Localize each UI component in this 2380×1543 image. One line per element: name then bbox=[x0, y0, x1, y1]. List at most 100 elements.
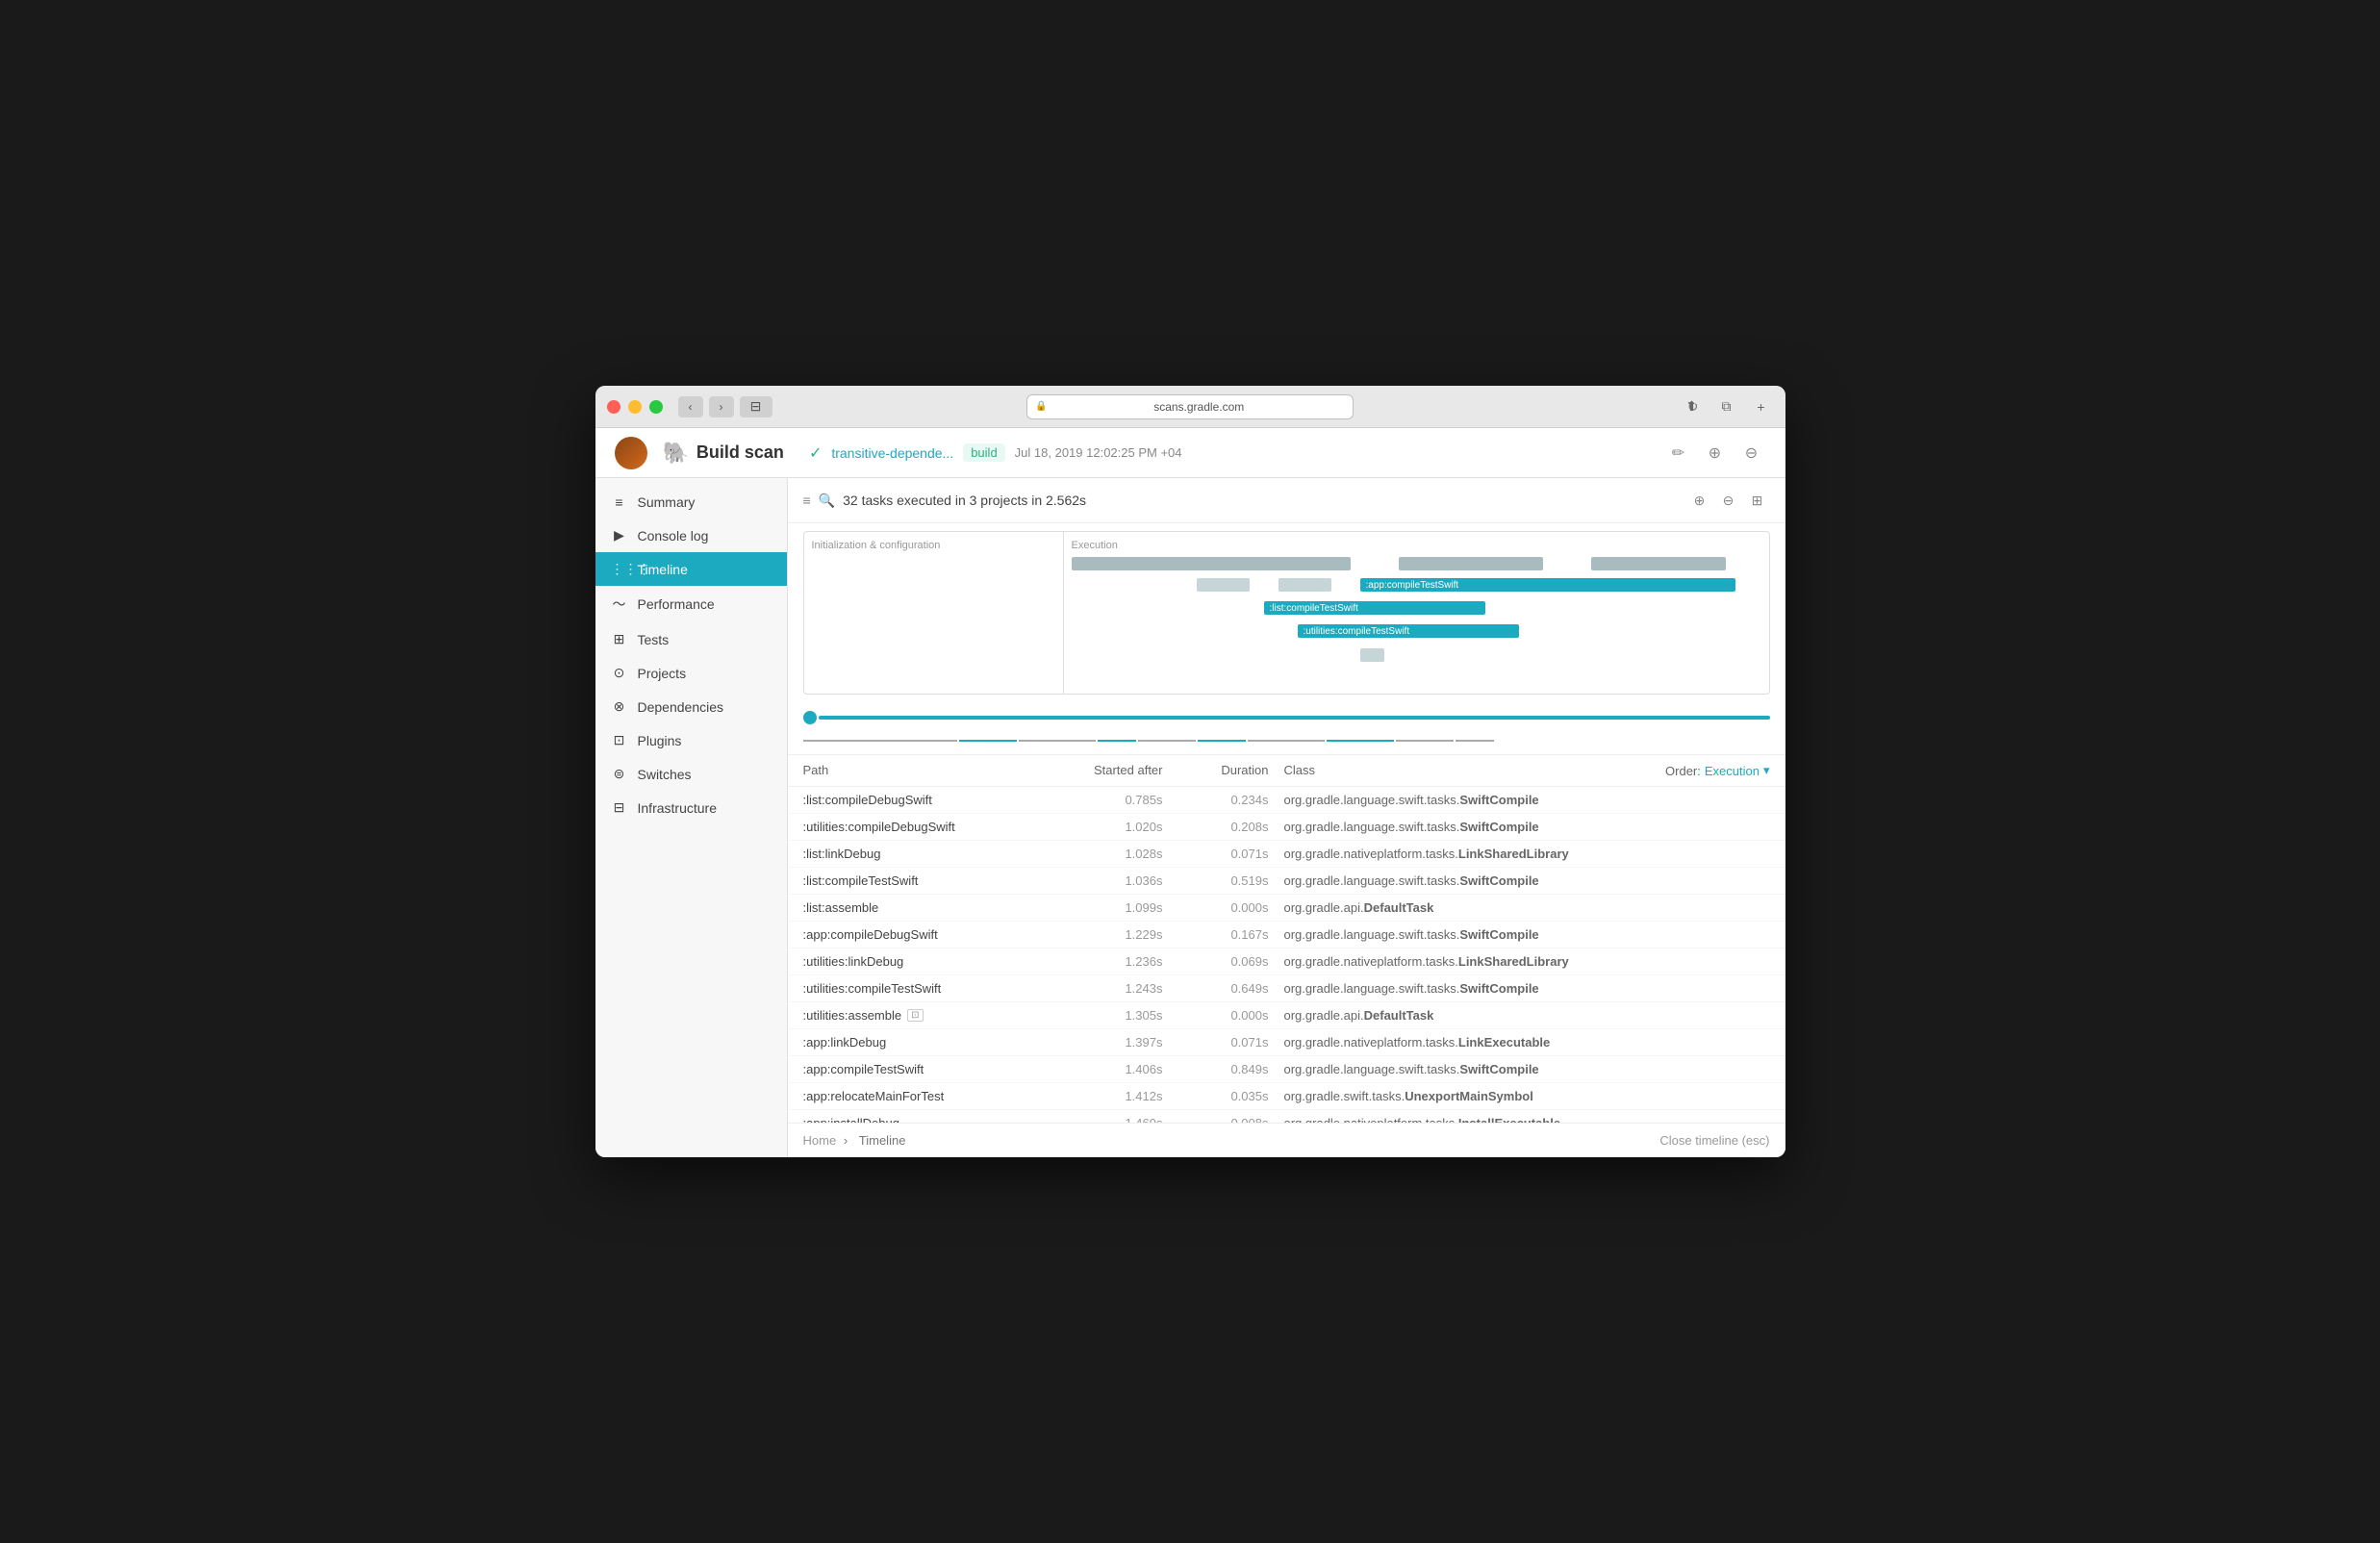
sidebar-item-console-log[interactable]: ▶ Console log bbox=[595, 519, 787, 552]
dependencies-icon: ⊗ bbox=[611, 698, 628, 715]
sidebar-label-projects: Projects bbox=[638, 666, 687, 681]
breadcrumb-home[interactable]: Home bbox=[803, 1133, 837, 1148]
cell-class: org.gradle.language.swift.tasks.SwiftCom… bbox=[1284, 820, 1770, 834]
gantt-chart: :app:compileTestSwift :list:compileTestS… bbox=[1072, 557, 1761, 692]
search-icon: 🔍 bbox=[819, 493, 835, 509]
fit-button[interactable]: ⊞ bbox=[1745, 488, 1770, 513]
bar-list-compile-test: :list:compileTestSwift bbox=[1264, 601, 1485, 615]
sidebar-item-summary[interactable]: ≡ Summary bbox=[595, 486, 787, 519]
back-button[interactable]: ‹ bbox=[678, 396, 703, 417]
search-button[interactable]: ⊕ bbox=[1701, 439, 1730, 468]
cell-duration: 0.000s bbox=[1178, 900, 1284, 915]
warning-icon: ⊡ bbox=[907, 1009, 923, 1022]
cell-path: :utilities:compileDebugSwift bbox=[803, 820, 1044, 834]
bar-2 bbox=[1399, 557, 1543, 570]
console-icon: ▶ bbox=[611, 527, 628, 544]
new-tab-button[interactable]: ⧉ bbox=[1712, 396, 1741, 417]
table-row[interactable]: :app:linkDebug 1.397s 0.071s org.gradle.… bbox=[788, 1029, 1785, 1056]
close-timeline-button[interactable]: Close timeline (esc) bbox=[1659, 1133, 1769, 1148]
zoom-in-button[interactable]: ⊕ bbox=[1687, 488, 1712, 513]
cell-started: 1.469s bbox=[1044, 1116, 1178, 1123]
table-row[interactable]: :app:compileTestSwift 1.406s 0.849s org.… bbox=[788, 1056, 1785, 1083]
table-row[interactable]: :list:assemble 1.099s 0.000s org.gradle.… bbox=[788, 895, 1785, 922]
zoom-out-button[interactable]: ⊖ bbox=[1716, 488, 1741, 513]
table-row[interactable]: :list:compileDebugSwift 0.785s 0.234s or… bbox=[788, 787, 1785, 814]
minus-button[interactable]: ⊖ bbox=[1737, 439, 1766, 468]
init-label: Initialization & configuration bbox=[812, 540, 1055, 551]
cell-class: org.gradle.nativeplatform.tasks.LinkShar… bbox=[1284, 954, 1770, 969]
table-row[interactable]: :app:installDebug 1.469s 0.008s org.grad… bbox=[788, 1110, 1785, 1123]
table-header: Path Started after Duration Class Order:… bbox=[788, 755, 1785, 787]
sidebar-item-infrastructure[interactable]: ⊟ Infrastructure bbox=[595, 791, 787, 824]
build-badge[interactable]: build bbox=[963, 443, 1004, 462]
timeline-icon: ⋮⋮⋮ bbox=[611, 561, 628, 577]
browser-actions: ⬆ ⧉ + bbox=[1678, 396, 1776, 417]
cell-path: :utilities:linkDebug bbox=[803, 954, 1044, 969]
bar-5 bbox=[1279, 578, 1331, 592]
exec-label: Execution bbox=[1072, 540, 1761, 551]
bar-4 bbox=[1197, 578, 1250, 592]
bar-1 bbox=[1072, 557, 1351, 570]
nav-buttons: ‹ › bbox=[678, 396, 734, 417]
sidebar-item-performance[interactable]: 〜 Performance bbox=[595, 586, 787, 622]
sidebar-toggle[interactable]: ⊟ bbox=[740, 396, 772, 417]
cell-started: 0.785s bbox=[1044, 793, 1178, 807]
order-control[interactable]: Order: Execution ▾ bbox=[1578, 763, 1770, 778]
scrollbar-track[interactable] bbox=[819, 716, 1770, 720]
bar-app-compile-test: :app:compileTestSwift bbox=[1360, 578, 1735, 592]
sidebar-item-plugins[interactable]: ⊡ Plugins bbox=[595, 723, 787, 757]
timeline-toolbar: ≡ 🔍 32 tasks executed in 3 projects in 2… bbox=[788, 478, 1785, 523]
cell-started: 1.020s bbox=[1044, 820, 1178, 834]
minimize-button[interactable] bbox=[628, 400, 642, 414]
cell-class: org.gradle.language.swift.tasks.SwiftCom… bbox=[1284, 1062, 1770, 1076]
table-row[interactable]: :utilities:compileTestSwift 1.243s 0.649… bbox=[788, 975, 1785, 1002]
exec-section: Execution :app:compileT bbox=[1064, 532, 1769, 694]
sidebar-label-tests: Tests bbox=[638, 632, 670, 647]
table-row[interactable]: :utilities:assemble ⊡ 1.305s 0.000s org.… bbox=[788, 1002, 1785, 1029]
table-row[interactable]: :app:relocateMainForTest 1.412s 0.035s o… bbox=[788, 1083, 1785, 1110]
table-row[interactable]: :list:linkDebug 1.028s 0.071s org.gradle… bbox=[788, 841, 1785, 868]
order-value[interactable]: Execution bbox=[1705, 764, 1760, 778]
cell-path: :app:installDebug bbox=[803, 1116, 1044, 1123]
table-row[interactable]: :list:compileTestSwift 1.036s 0.519s org… bbox=[788, 868, 1785, 895]
cell-duration: 0.035s bbox=[1178, 1089, 1284, 1103]
sidebar-label-console-log: Console log bbox=[638, 528, 709, 544]
cell-started: 1.397s bbox=[1044, 1035, 1178, 1050]
add-tab-button[interactable]: + bbox=[1747, 396, 1776, 417]
cell-class: org.gradle.language.swift.tasks.SwiftCom… bbox=[1284, 793, 1770, 807]
cell-class: org.gradle.language.swift.tasks.SwiftCom… bbox=[1284, 927, 1770, 942]
build-date: Jul 18, 2019 12:02:25 PM +04 bbox=[1015, 445, 1182, 460]
sidebar-item-switches[interactable]: ⊜ Switches bbox=[595, 757, 787, 791]
cell-started: 1.036s bbox=[1044, 873, 1178, 888]
close-button[interactable] bbox=[607, 400, 620, 414]
order-dropdown-icon[interactable]: ▾ bbox=[1763, 763, 1770, 778]
cell-duration: 0.849s bbox=[1178, 1062, 1284, 1076]
maximize-button[interactable] bbox=[649, 400, 663, 414]
table-row[interactable]: :utilities:linkDebug 1.236s 0.069s org.g… bbox=[788, 949, 1785, 975]
forward-button[interactable]: › bbox=[709, 396, 734, 417]
app-logo: 🐘 Build scan bbox=[663, 441, 784, 466]
sidebar-item-dependencies[interactable]: ⊗ Dependencies bbox=[595, 690, 787, 723]
app-header: 🐘 Build scan ✓ transitive-depende... bui… bbox=[595, 428, 1785, 478]
sidebar-item-tests[interactable]: ⊞ Tests bbox=[595, 622, 787, 656]
cell-path: :app:compileTestSwift bbox=[803, 1062, 1044, 1076]
share-button[interactable]: ⬆ bbox=[1678, 396, 1707, 417]
url-bar[interactable]: 🔒 scans.gradle.com bbox=[1026, 394, 1354, 419]
cell-class: org.gradle.swift.tasks.UnexportMainSymbo… bbox=[1284, 1089, 1770, 1103]
cell-started: 1.229s bbox=[1044, 927, 1178, 942]
pencil-button[interactable]: ✏ bbox=[1664, 439, 1693, 468]
table-row[interactable]: :app:compileDebugSwift 1.229s 0.167s org… bbox=[788, 922, 1785, 949]
scroll-handle[interactable] bbox=[803, 711, 817, 724]
url-text: scans.gradle.com bbox=[1052, 400, 1345, 414]
cell-path: :utilities:compileTestSwift bbox=[803, 981, 1044, 996]
table-row[interactable]: :utilities:compileDebugSwift 1.020s 0.20… bbox=[788, 814, 1785, 841]
th-duration: Duration bbox=[1178, 763, 1284, 778]
lock-icon: 🔒 bbox=[1035, 401, 1047, 412]
sidebar-item-timeline[interactable]: ⋮⋮⋮ Timeline bbox=[595, 552, 787, 586]
cell-started: 1.028s bbox=[1044, 847, 1178, 861]
branch-link[interactable]: transitive-depende... bbox=[831, 445, 953, 461]
content-area: ≡ 🔍 32 tasks executed in 3 projects in 2… bbox=[788, 478, 1785, 1157]
sidebar-item-projects[interactable]: ⊙ Projects bbox=[595, 656, 787, 690]
th-started: Started after bbox=[1044, 763, 1178, 778]
main-layout: ≡ Summary ▶ Console log ⋮⋮⋮ Timeline 〜 P… bbox=[595, 478, 1785, 1157]
